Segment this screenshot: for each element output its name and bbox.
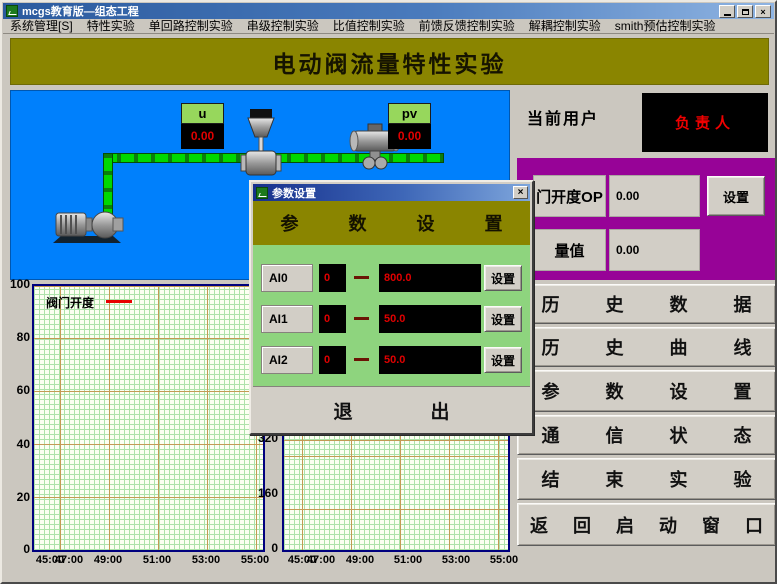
dialog-header: 参数设置 (253, 201, 530, 245)
pv-display-label: pv (388, 103, 431, 124)
right-plot-area (282, 426, 510, 552)
x-tick-label: 53:00 (189, 554, 223, 566)
dialog-close-button[interactable]: × (513, 186, 528, 199)
y-tick-label: 20 (6, 490, 30, 504)
y-tick-label: 40 (6, 437, 30, 451)
range-dash (354, 276, 369, 279)
pv-display-value: 0.00 (388, 124, 431, 149)
nav-button-history-data[interactable]: 历史数据 (517, 284, 776, 324)
valve-control-panel: 门开度OP 0.00 设置 量值 0.00 (517, 158, 777, 280)
menu-item-single-loop-exp[interactable]: 单回路控制实验 (142, 19, 240, 34)
nav-button-param-settings[interactable]: 参数设置 (517, 370, 776, 412)
set-button[interactable]: 设置 (484, 347, 522, 373)
page-title: 电动阀流量特性实验 (273, 45, 507, 79)
legend-line (106, 300, 132, 303)
set-button[interactable]: 设置 (484, 306, 522, 332)
u-display-label: u (181, 103, 224, 124)
minimize-icon (724, 14, 731, 16)
nav-button-comm-status[interactable]: 通信状态 (517, 415, 776, 455)
mcgs-window: mcgs教育版—组态工程 × 系统管理[S] 特性实验 单回路控制实验 串级控制… (0, 0, 777, 584)
y-tick-label: 80 (6, 330, 30, 344)
legend-label: 阀门开度 (46, 294, 94, 311)
range-low-input[interactable]: 0 (319, 305, 346, 333)
flow-value-display: 0.00 (609, 229, 700, 271)
x-tick-label: 51:00 (140, 554, 174, 566)
x-tick-label: 55:00 (238, 554, 272, 566)
experiment-title-banner: 电动阀流量特性实验 (10, 38, 769, 85)
menu-bar: 系统管理[S] 特性实验 单回路控制实验 串级控制实验 比值控制实验 前馈反馈控… (3, 19, 774, 34)
nav-button-history-curve[interactable]: 历史曲线 (517, 327, 776, 367)
x-tick-label: 49:00 (91, 554, 125, 566)
dialog-exit-button[interactable]: 退出 (253, 386, 530, 433)
window-titlebar: mcgs教育版—组态工程 × (3, 3, 774, 19)
range-low-input[interactable]: 0 (319, 346, 346, 374)
range-high-input[interactable]: 50.0 (379, 346, 481, 374)
x-tick-label: 55:00 (487, 554, 521, 566)
left-plot-area: 阀门开度 (32, 284, 265, 552)
x-tick-label: 53:00 (439, 554, 473, 566)
y-tick-label: 160 (254, 486, 278, 500)
channel-label: AI0 (261, 264, 313, 292)
menu-item-decoupling-exp[interactable]: 解耦控制实验 (522, 19, 608, 34)
menu-item-system-management[interactable]: 系统管理[S] (3, 19, 80, 34)
range-dash (354, 317, 369, 320)
close-icon: × (760, 7, 765, 17)
mcgs-logo-icon[interactable] (6, 5, 18, 17)
close-button[interactable]: × (755, 5, 771, 18)
dialog-titlebar[interactable]: 参数设置 × (253, 184, 530, 201)
menu-item-characteristic-exp[interactable]: 特性实验 (80, 19, 142, 34)
close-icon: × (518, 187, 524, 198)
current-user-label: 当前用户 (527, 105, 599, 129)
menu-item-smith-exp[interactable]: smith预估控制实验 (608, 19, 723, 34)
channel-label: AI2 (261, 346, 313, 374)
window-title: mcgs教育版—组态工程 (22, 3, 139, 19)
valve-opening-set-button[interactable]: 设置 (707, 176, 765, 216)
x-tick-label: 47:00 (52, 554, 86, 566)
range-dash (354, 358, 369, 361)
pump-icon (47, 201, 127, 245)
restore-button[interactable] (737, 5, 753, 18)
range-high-input[interactable]: 50.0 (379, 305, 481, 333)
restore-icon (742, 9, 749, 15)
x-tick-label: 47:00 (304, 554, 338, 566)
range-high-input[interactable]: 800.0 (379, 264, 481, 292)
set-button[interactable]: 设置 (484, 265, 522, 291)
y-tick-label: 0 (254, 541, 278, 555)
menu-item-feedforward-exp[interactable]: 前馈反馈控制实验 (412, 19, 522, 34)
dialog-body: AI0 0 800.0 设置 AI1 0 50.0 设置 AI2 0 50.0 … (253, 245, 530, 386)
control-valve-icon (239, 109, 283, 185)
nav-button-end-experiment[interactable]: 结束实验 (517, 458, 776, 500)
menu-item-cascade-exp[interactable]: 串级控制实验 (240, 19, 326, 34)
y-tick-label: 100 (6, 277, 30, 291)
minimize-button[interactable] (719, 5, 735, 18)
menu-item-ratio-exp[interactable]: 比值控制实验 (326, 19, 412, 34)
x-tick-label: 49:00 (343, 554, 377, 566)
param-settings-dialog: 参数设置 × 参数设置 AI0 0 800.0 设置 AI1 0 50.0 设置 (249, 180, 534, 435)
y-tick-label: 0 (6, 542, 30, 556)
nav-button-return-start-window[interactable]: 返回启动窗口 (517, 503, 776, 546)
channel-label: AI1 (261, 305, 313, 333)
dialog-title: 参数设置 (272, 185, 316, 201)
y-tick-label: 60 (6, 383, 30, 397)
u-display-value: 0.00 (181, 124, 224, 149)
x-tick-label: 51:00 (391, 554, 425, 566)
current-user-value: 负责人 (675, 112, 735, 133)
current-user-value-box: 负责人 (642, 93, 768, 152)
valve-opening-input[interactable]: 0.00 (609, 175, 700, 217)
range-low-input[interactable]: 0 (319, 264, 346, 292)
mcgs-logo-icon (256, 187, 268, 199)
